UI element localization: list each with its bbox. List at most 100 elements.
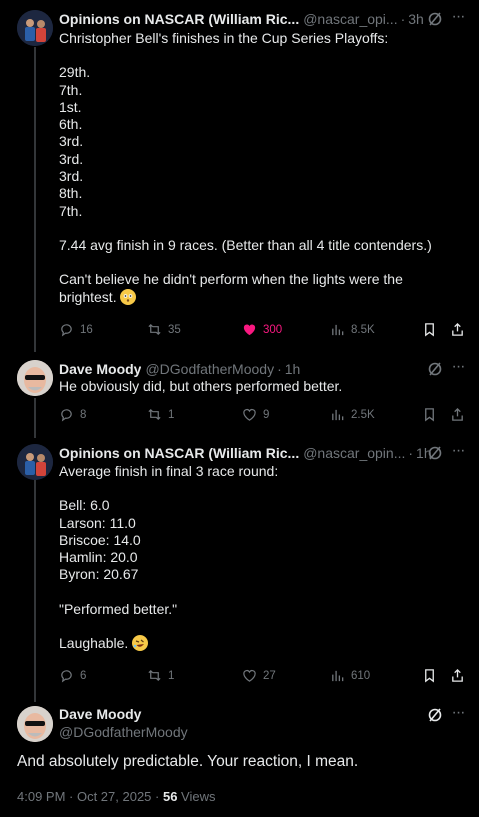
text-line: Larson: 11.0 xyxy=(59,514,136,531)
views-button[interactable]: 8.5K xyxy=(330,322,375,337)
text-line: Average finish in final 3 race round: xyxy=(59,463,279,479)
separator: · xyxy=(408,445,414,461)
text-line: Byron: 20.67 xyxy=(59,566,139,583)
author-handle[interactable]: @DGodfatherMoody xyxy=(59,724,188,740)
text-line: brightest. xyxy=(59,288,467,306)
text-line: He obviously did, but others performed b… xyxy=(59,378,343,394)
author-handle[interactable]: @nascar_opin... xyxy=(303,445,405,461)
repost-button[interactable]: 1 xyxy=(147,668,174,683)
text-line: 7th. xyxy=(59,81,83,98)
author-name[interactable]: Dave Moody xyxy=(59,361,141,377)
text-line: Can't believe he didn't perform when the… xyxy=(59,271,403,288)
avatar[interactable] xyxy=(17,360,53,396)
bookmark-icon xyxy=(425,669,434,683)
share-button[interactable] xyxy=(450,322,465,337)
reply-count: 16 xyxy=(80,323,93,336)
text-line: 29th. xyxy=(59,64,91,81)
share-button[interactable] xyxy=(450,668,465,683)
text-line: Christopher Bell's finishes in the Cup S… xyxy=(59,30,389,46)
text-line: 3rd. xyxy=(59,133,84,150)
reply-icon xyxy=(61,670,72,683)
like-button[interactable]: 9 xyxy=(242,407,269,422)
like-button[interactable]: 300 xyxy=(242,322,282,337)
author-handle[interactable]: @DGodfatherMoody xyxy=(145,361,274,377)
avatar[interactable] xyxy=(17,10,53,46)
heart-filled-icon xyxy=(243,324,256,336)
text-line: Bell: 6.0 xyxy=(59,497,110,514)
views-button[interactable]: 610 xyxy=(330,668,370,683)
tweet-text: He obviously did, but others performed b… xyxy=(59,378,467,395)
share-icon xyxy=(452,668,463,682)
views-icon xyxy=(332,409,344,421)
repost-count: 35 xyxy=(168,323,181,336)
bookmark-button[interactable] xyxy=(422,322,437,337)
tweet-text: Average finish in final 3 race round: Be… xyxy=(59,463,467,652)
reply-button[interactable]: 8 xyxy=(59,407,86,422)
text-line: 1st. xyxy=(59,98,82,115)
bookmark-button[interactable] xyxy=(422,407,437,422)
separator: · xyxy=(400,11,406,27)
tweet-header: Dave Moody @DGodfatherMoody · 1h xyxy=(59,360,465,378)
timestamp[interactable]: 3h xyxy=(408,11,424,27)
more-icon[interactable]: ··· xyxy=(449,359,467,376)
thread-line xyxy=(34,47,36,352)
bookmark-button[interactable] xyxy=(422,668,437,683)
text-line: 7th. xyxy=(59,202,83,219)
repost-button[interactable]: 35 xyxy=(147,322,181,337)
author-name[interactable]: Opinions on NASCAR (William Ric... xyxy=(59,445,299,461)
grok-icon[interactable] xyxy=(427,445,443,461)
author-handle[interactable]: @nascar_opi... xyxy=(303,11,397,27)
like-count: 300 xyxy=(263,323,283,336)
avatar[interactable] xyxy=(17,444,53,480)
grok-icon[interactable] xyxy=(427,707,443,723)
share-button[interactable] xyxy=(450,407,465,422)
author-name[interactable]: Opinions on NASCAR (William Ric... xyxy=(59,11,299,27)
repost-icon xyxy=(148,323,161,336)
view-count: 8.5K xyxy=(351,323,375,336)
thread-line xyxy=(34,398,36,438)
heart-icon xyxy=(243,670,256,682)
reply-count: 8 xyxy=(80,408,87,421)
tweet-text: Christopher Bell's finishes in the Cup S… xyxy=(59,30,467,306)
views-button[interactable]: 2.5K xyxy=(330,407,375,422)
like-count: 27 xyxy=(263,669,276,682)
repost-button[interactable]: 1 xyxy=(147,407,174,422)
action-bar: 6 1 27 610 xyxy=(59,668,467,686)
text-line: 8th. xyxy=(59,185,83,202)
reply-icon xyxy=(61,324,72,337)
more-icon[interactable]: ··· xyxy=(449,443,467,460)
author-name[interactable]: Dave Moody xyxy=(59,706,141,722)
grok-icon[interactable] xyxy=(427,11,443,27)
like-count: 9 xyxy=(263,408,270,421)
text-line: Laughable. xyxy=(59,635,467,652)
share-icon xyxy=(452,407,463,421)
share-icon xyxy=(452,322,463,336)
timestamp[interactable]: 4:09 PM · Oct 27, 2025 · xyxy=(17,789,163,804)
text-line: "Performed better." xyxy=(59,600,178,617)
reply-icon xyxy=(61,409,72,422)
more-icon[interactable]: ··· xyxy=(449,705,467,722)
more-icon[interactable]: ··· xyxy=(449,9,467,26)
separator: · xyxy=(277,361,282,377)
action-bar: 8 1 9 2.5K xyxy=(59,407,467,425)
repost-icon xyxy=(148,669,161,682)
reply-button[interactable]: 16 xyxy=(59,322,93,337)
reply-button[interactable]: 6 xyxy=(59,668,86,683)
avatar[interactable] xyxy=(17,706,53,742)
rofl-emoji xyxy=(132,635,149,652)
text-line: Briscoe: 14.0 xyxy=(59,531,141,548)
view-count: 2.5K xyxy=(351,408,375,421)
text-line: 3rd. xyxy=(59,150,84,167)
timestamp[interactable]: 1h xyxy=(285,361,301,377)
text-line: Hamlin: 20.0 xyxy=(59,549,138,566)
thread-line xyxy=(34,478,36,702)
text-line: 7.44 avg finish in 9 races. (Better than… xyxy=(59,236,432,253)
grok-icon[interactable] xyxy=(427,361,443,377)
like-button[interactable]: 27 xyxy=(242,668,276,683)
tweet-header: Opinions on NASCAR (William Ric... @nasc… xyxy=(59,10,465,28)
